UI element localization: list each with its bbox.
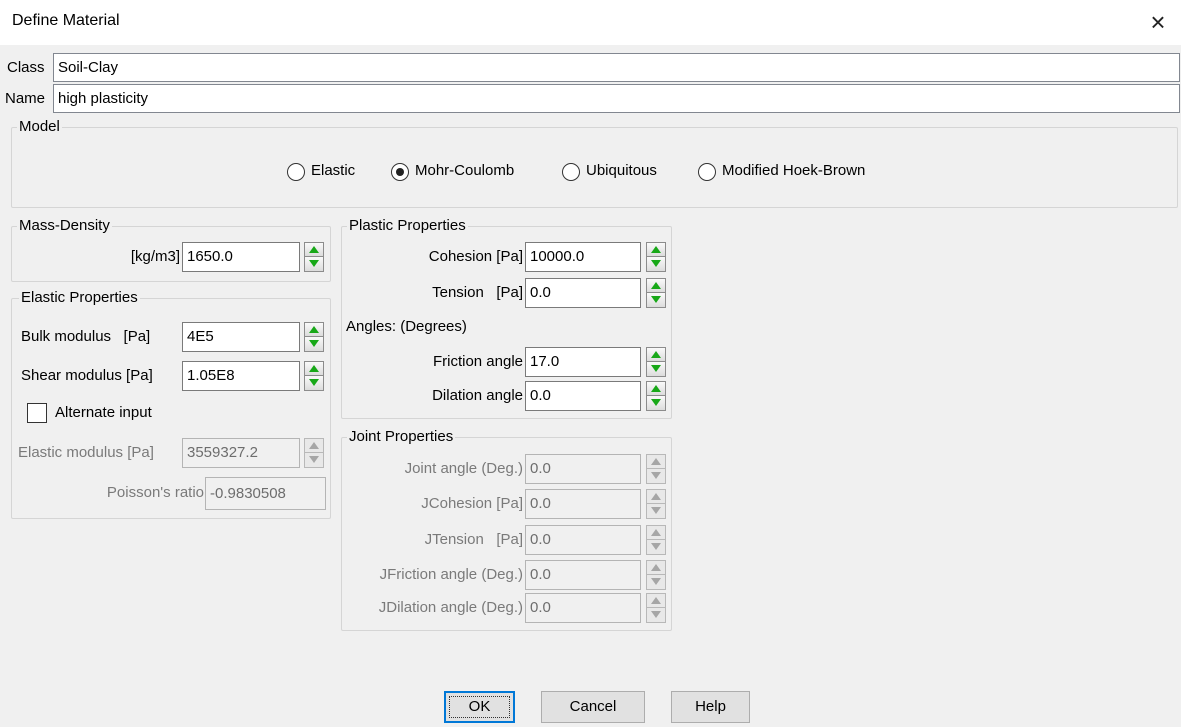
radio-ubiquitous-label: Ubiquitous (586, 162, 657, 179)
tension-input[interactable]: 0.0 (525, 278, 641, 308)
radio-mohr-coulomb[interactable] (391, 163, 409, 181)
jcohesion-input: 0.0 (525, 489, 641, 519)
model-legend: Model (17, 118, 62, 136)
spinner-up-arrow (646, 560, 666, 575)
shear-modulus-input[interactable]: 1.05E8 (182, 361, 300, 391)
radio-elastic-label: Elastic (311, 162, 356, 179)
friction-angle-input[interactable]: 17.0 (525, 347, 641, 377)
cohesion-label: Cohesion [Pa] (428, 248, 523, 265)
spinner-down-arrow[interactable] (304, 337, 324, 352)
shear-modulus-spinner[interactable] (304, 361, 324, 391)
friction-angle-spinner[interactable] (646, 347, 666, 377)
spinner-down-arrow (646, 504, 666, 519)
jdilation-angle-label: JDilation angle (Deg.) (378, 599, 523, 616)
spinner-down-arrow (646, 575, 666, 590)
spinner-up-arrow[interactable] (304, 242, 324, 257)
name-label: Name (5, 90, 46, 107)
joint-angle-spinner (646, 454, 666, 484)
radio-ubiquitous[interactable] (562, 163, 580, 181)
alternate-input-label: Alternate input (55, 404, 152, 421)
spinner-up-arrow (646, 489, 666, 504)
bulk-modulus-input[interactable]: 4E5 (182, 322, 300, 352)
plastic-properties-legend: Plastic Properties (347, 217, 468, 235)
jdilation-angle-spinner (646, 593, 666, 623)
spinner-up-arrow[interactable] (646, 347, 666, 362)
spinner-up-arrow (646, 525, 666, 540)
spinner-up-arrow (646, 593, 666, 608)
jtension-input: 0.0 (525, 525, 641, 555)
shear-modulus-label: Shear modulus [Pa] (21, 367, 153, 384)
spinner-up-arrow (304, 438, 324, 453)
spinner-up-arrow[interactable] (646, 278, 666, 293)
dilation-angle-input[interactable]: 0.0 (525, 381, 641, 411)
joint-angle-input: 0.0 (525, 454, 641, 484)
spinner-up-arrow[interactable] (646, 381, 666, 396)
spinner-down-arrow (646, 608, 666, 623)
spinner-down-arrow[interactable] (646, 293, 666, 308)
spinner-up-arrow[interactable] (646, 242, 666, 257)
density-spinner[interactable] (304, 242, 324, 272)
jcohesion-spinner (646, 489, 666, 519)
spinner-up-arrow[interactable] (304, 322, 324, 337)
radio-elastic[interactable] (287, 163, 305, 181)
jcohesion-label: JCohesion [Pa] (421, 495, 523, 512)
dilation-angle-spinner[interactable] (646, 381, 666, 411)
jfriction-angle-label: JFriction angle (Deg.) (379, 566, 523, 583)
radio-mohr-coulomb-label: Mohr-Coulomb (415, 162, 515, 179)
elastic-modulus-label: Elastic modulus [Pa] (18, 444, 154, 461)
alternate-input-checkbox[interactable] (27, 403, 47, 423)
spinner-down-arrow[interactable] (646, 362, 666, 377)
cohesion-spinner[interactable] (646, 242, 666, 272)
jfriction-angle-input: 0.0 (525, 560, 641, 590)
jfriction-angle-spinner (646, 560, 666, 590)
spinner-down-arrow[interactable] (646, 257, 666, 272)
poissons-ratio-input: -0.9830508 (205, 477, 326, 510)
radio-modified-hoek-brown-label: Modified Hoek-Brown (722, 162, 866, 179)
jtension-label: JTension [Pa] (424, 531, 523, 548)
density-input[interactable]: 1650.0 (182, 242, 300, 272)
help-button-label: Help (695, 698, 726, 715)
spinner-down-arrow[interactable] (304, 257, 324, 272)
radio-modified-hoek-brown[interactable] (698, 163, 716, 181)
joint-angle-label: Joint angle (Deg.) (404, 460, 523, 477)
jtension-spinner (646, 525, 666, 555)
spinner-down-arrow (304, 453, 324, 468)
bulk-modulus-label: Bulk modulus [Pa] (21, 328, 151, 345)
spinner-up-arrow[interactable] (304, 361, 324, 376)
spinner-down-arrow (646, 469, 666, 484)
spinner-down-arrow[interactable] (304, 376, 324, 391)
name-field[interactable]: high plasticity (53, 84, 1180, 113)
density-unit-label: [kg/m3] (130, 248, 180, 265)
cancel-button[interactable]: Cancel (541, 691, 645, 723)
elastic-properties-legend: Elastic Properties (19, 289, 140, 307)
elastic-modulus-input: 3559327.2 (182, 438, 300, 468)
tension-label: Tension [Pa] (432, 284, 523, 301)
title-bar (0, 0, 1181, 45)
class-field[interactable]: Soil-Clay (53, 53, 1180, 82)
elastic-modulus-spinner (304, 438, 324, 468)
bulk-modulus-spinner[interactable] (304, 322, 324, 352)
cohesion-input[interactable]: 10000.0 (525, 242, 641, 272)
help-button[interactable]: Help (671, 691, 750, 723)
poissons-ratio-label: Poisson's ratio (106, 484, 204, 501)
tension-spinner[interactable] (646, 278, 666, 308)
jdilation-angle-input: 0.0 (525, 593, 641, 623)
mass-density-legend: Mass-Density (17, 217, 112, 235)
ok-button[interactable]: OK (444, 691, 515, 723)
dilation-angle-label: Dilation angle (432, 387, 523, 404)
friction-angle-label: Friction angle (432, 353, 523, 370)
angles-heading: Angles: (Degrees) (346, 318, 467, 335)
class-label: Class (7, 59, 45, 76)
spinner-down-arrow (646, 540, 666, 555)
joint-properties-legend: Joint Properties (347, 428, 456, 446)
spinner-up-arrow (646, 454, 666, 469)
focus-ring (449, 696, 510, 718)
close-icon[interactable]: × (1142, 6, 1174, 38)
window-title: Define Material (12, 12, 120, 29)
spinner-down-arrow[interactable] (646, 396, 666, 411)
cancel-button-label: Cancel (569, 698, 617, 715)
